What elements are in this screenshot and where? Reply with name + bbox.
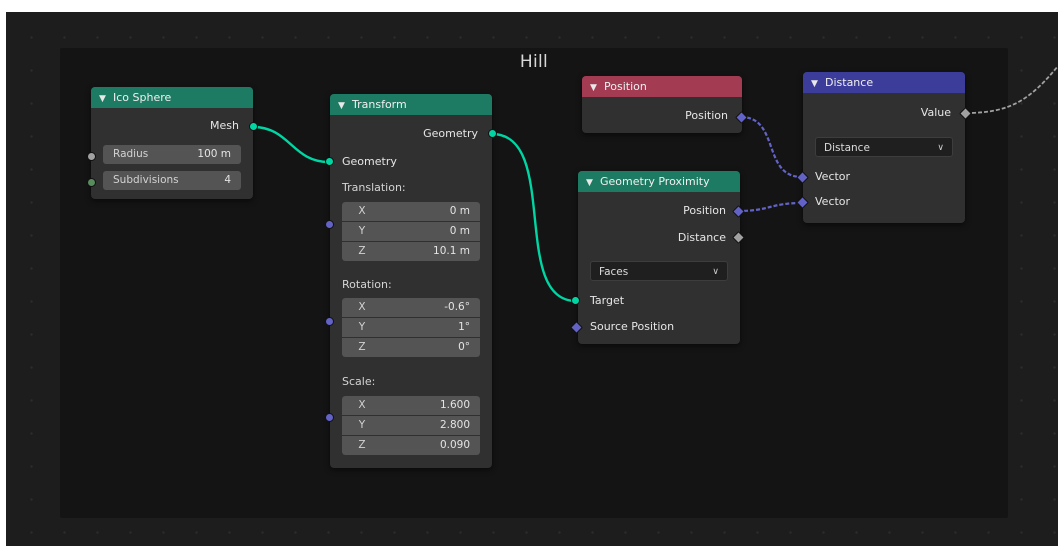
- subdivisions-field[interactable]: Subdivisions 4: [103, 171, 241, 190]
- radius-field[interactable]: Radius 100 m: [103, 145, 241, 164]
- axis-value: 0 m: [449, 225, 470, 237]
- axis-value: 1.600: [439, 399, 470, 411]
- chevron-down-icon[interactable]: ▼: [586, 173, 600, 192]
- operation-dropdown[interactable]: Distance ∨: [815, 137, 953, 157]
- axis-label: X: [358, 205, 366, 217]
- input-vector-2: Vector: [815, 195, 851, 208]
- axis-value: 10.1 m: [433, 245, 470, 257]
- scale-vector[interactable]: X 1.600 Y 2.800 Z 0.090: [342, 396, 480, 455]
- socket-translation-input[interactable]: [325, 220, 334, 229]
- node-title: Distance: [825, 76, 874, 89]
- output-value: Value: [920, 106, 951, 119]
- axis-value: 0°: [458, 341, 470, 353]
- socket-radius-input[interactable]: [87, 152, 96, 161]
- chevron-down-icon[interactable]: ▼: [99, 89, 113, 108]
- chevron-down-icon[interactable]: ▼: [811, 74, 825, 93]
- scale-label: Scale:: [342, 375, 376, 388]
- axis-label: Z: [358, 439, 366, 451]
- rotation-y-field[interactable]: Y 1°: [342, 318, 480, 337]
- axis-label: Z: [358, 245, 366, 257]
- socket-rotation-input[interactable]: [325, 317, 334, 326]
- frame-title: Hill: [519, 52, 549, 72]
- node-title: Ico Sphere: [113, 91, 172, 104]
- field-value: 4: [224, 174, 231, 186]
- output-distance: Distance: [677, 231, 726, 244]
- axis-label: X: [358, 301, 366, 313]
- socket-geometry-output[interactable]: [488, 129, 497, 138]
- node-header[interactable]: ▼ Transform: [330, 94, 492, 115]
- rotation-vector[interactable]: X -0.6° Y 1° Z 0°: [342, 298, 480, 357]
- rotation-label: Rotation:: [342, 278, 392, 291]
- input-vector-1: Vector: [815, 170, 851, 183]
- node-header[interactable]: ▼ Ico Sphere: [91, 87, 253, 108]
- axis-label: Y: [358, 321, 366, 333]
- chevron-down-icon: ∨: [712, 267, 719, 277]
- translation-x-field[interactable]: X 0 m: [342, 202, 480, 221]
- translation-vector[interactable]: X 0 m Y 0 m Z 10.1 m: [342, 202, 480, 261]
- socket-scale-input[interactable]: [325, 413, 334, 422]
- socket-target-input[interactable]: [571, 296, 580, 305]
- axis-value: 1°: [458, 321, 470, 333]
- field-label: Subdivisions: [113, 174, 179, 186]
- translation-z-field[interactable]: Z 10.1 m: [342, 242, 480, 261]
- node-header[interactable]: ▼ Distance: [803, 72, 965, 93]
- rotation-z-field[interactable]: Z 0°: [342, 338, 480, 357]
- chevron-down-icon: ∨: [937, 143, 944, 153]
- node-title: Position: [604, 80, 647, 93]
- target-element-dropdown[interactable]: Faces ∨: [590, 261, 728, 281]
- input-source-position: Source Position: [590, 320, 675, 333]
- axis-value: -0.6°: [444, 301, 470, 313]
- field-value: 100 m: [197, 148, 231, 160]
- node-header[interactable]: ▼ Geometry Proximity: [578, 171, 740, 192]
- dropdown-value: Distance: [824, 142, 870, 154]
- output-position: Position: [685, 109, 728, 122]
- dropdown-value: Faces: [599, 266, 629, 278]
- node-title: Transform: [352, 98, 407, 111]
- socket-subdivisions-input[interactable]: [87, 178, 96, 187]
- translation-y-field[interactable]: Y 0 m: [342, 222, 480, 241]
- axis-value: 0.090: [439, 439, 470, 451]
- scale-x-field[interactable]: X 1.600: [342, 396, 480, 415]
- axis-value: 0 m: [449, 205, 470, 217]
- output-position: Position: [683, 204, 726, 217]
- node-transform[interactable]: ▼ Transform Geometry Geometry Translation…: [330, 94, 492, 468]
- axis-label: Y: [358, 419, 366, 431]
- node-ico-sphere[interactable]: ▼ Ico Sphere Mesh Radius 100 m Subdivisio…: [91, 87, 253, 199]
- field-label: Radius: [113, 148, 149, 160]
- socket-geometry-input[interactable]: [325, 157, 334, 166]
- output-mesh: Mesh: [210, 119, 239, 132]
- scale-z-field[interactable]: Z 0.090: [342, 436, 480, 455]
- rotation-x-field[interactable]: X -0.6°: [342, 298, 480, 317]
- scale-y-field[interactable]: Y 2.800: [342, 416, 480, 435]
- axis-label: Y: [358, 225, 366, 237]
- node-position[interactable]: ▼ Position Position: [582, 76, 742, 133]
- node-title: Geometry Proximity: [600, 175, 710, 188]
- chevron-down-icon[interactable]: ▼: [338, 96, 352, 115]
- node-header[interactable]: ▼ Position: [582, 76, 742, 97]
- socket-mesh-output[interactable]: [249, 122, 258, 131]
- axis-value: 2.800: [439, 419, 470, 431]
- node-distance[interactable]: ▼ Distance Value Distance ∨ Vector Vector: [803, 72, 965, 223]
- input-target: Target: [590, 294, 625, 307]
- translation-label: Translation:: [342, 181, 406, 194]
- output-geometry: Geometry: [423, 127, 478, 140]
- input-geometry: Geometry: [342, 155, 397, 168]
- chevron-down-icon[interactable]: ▼: [590, 78, 604, 97]
- axis-label: Z: [358, 341, 366, 353]
- node-geometry-proximity[interactable]: ▼ Geometry Proximity Position Distance Fa…: [578, 171, 740, 344]
- axis-label: X: [358, 399, 366, 411]
